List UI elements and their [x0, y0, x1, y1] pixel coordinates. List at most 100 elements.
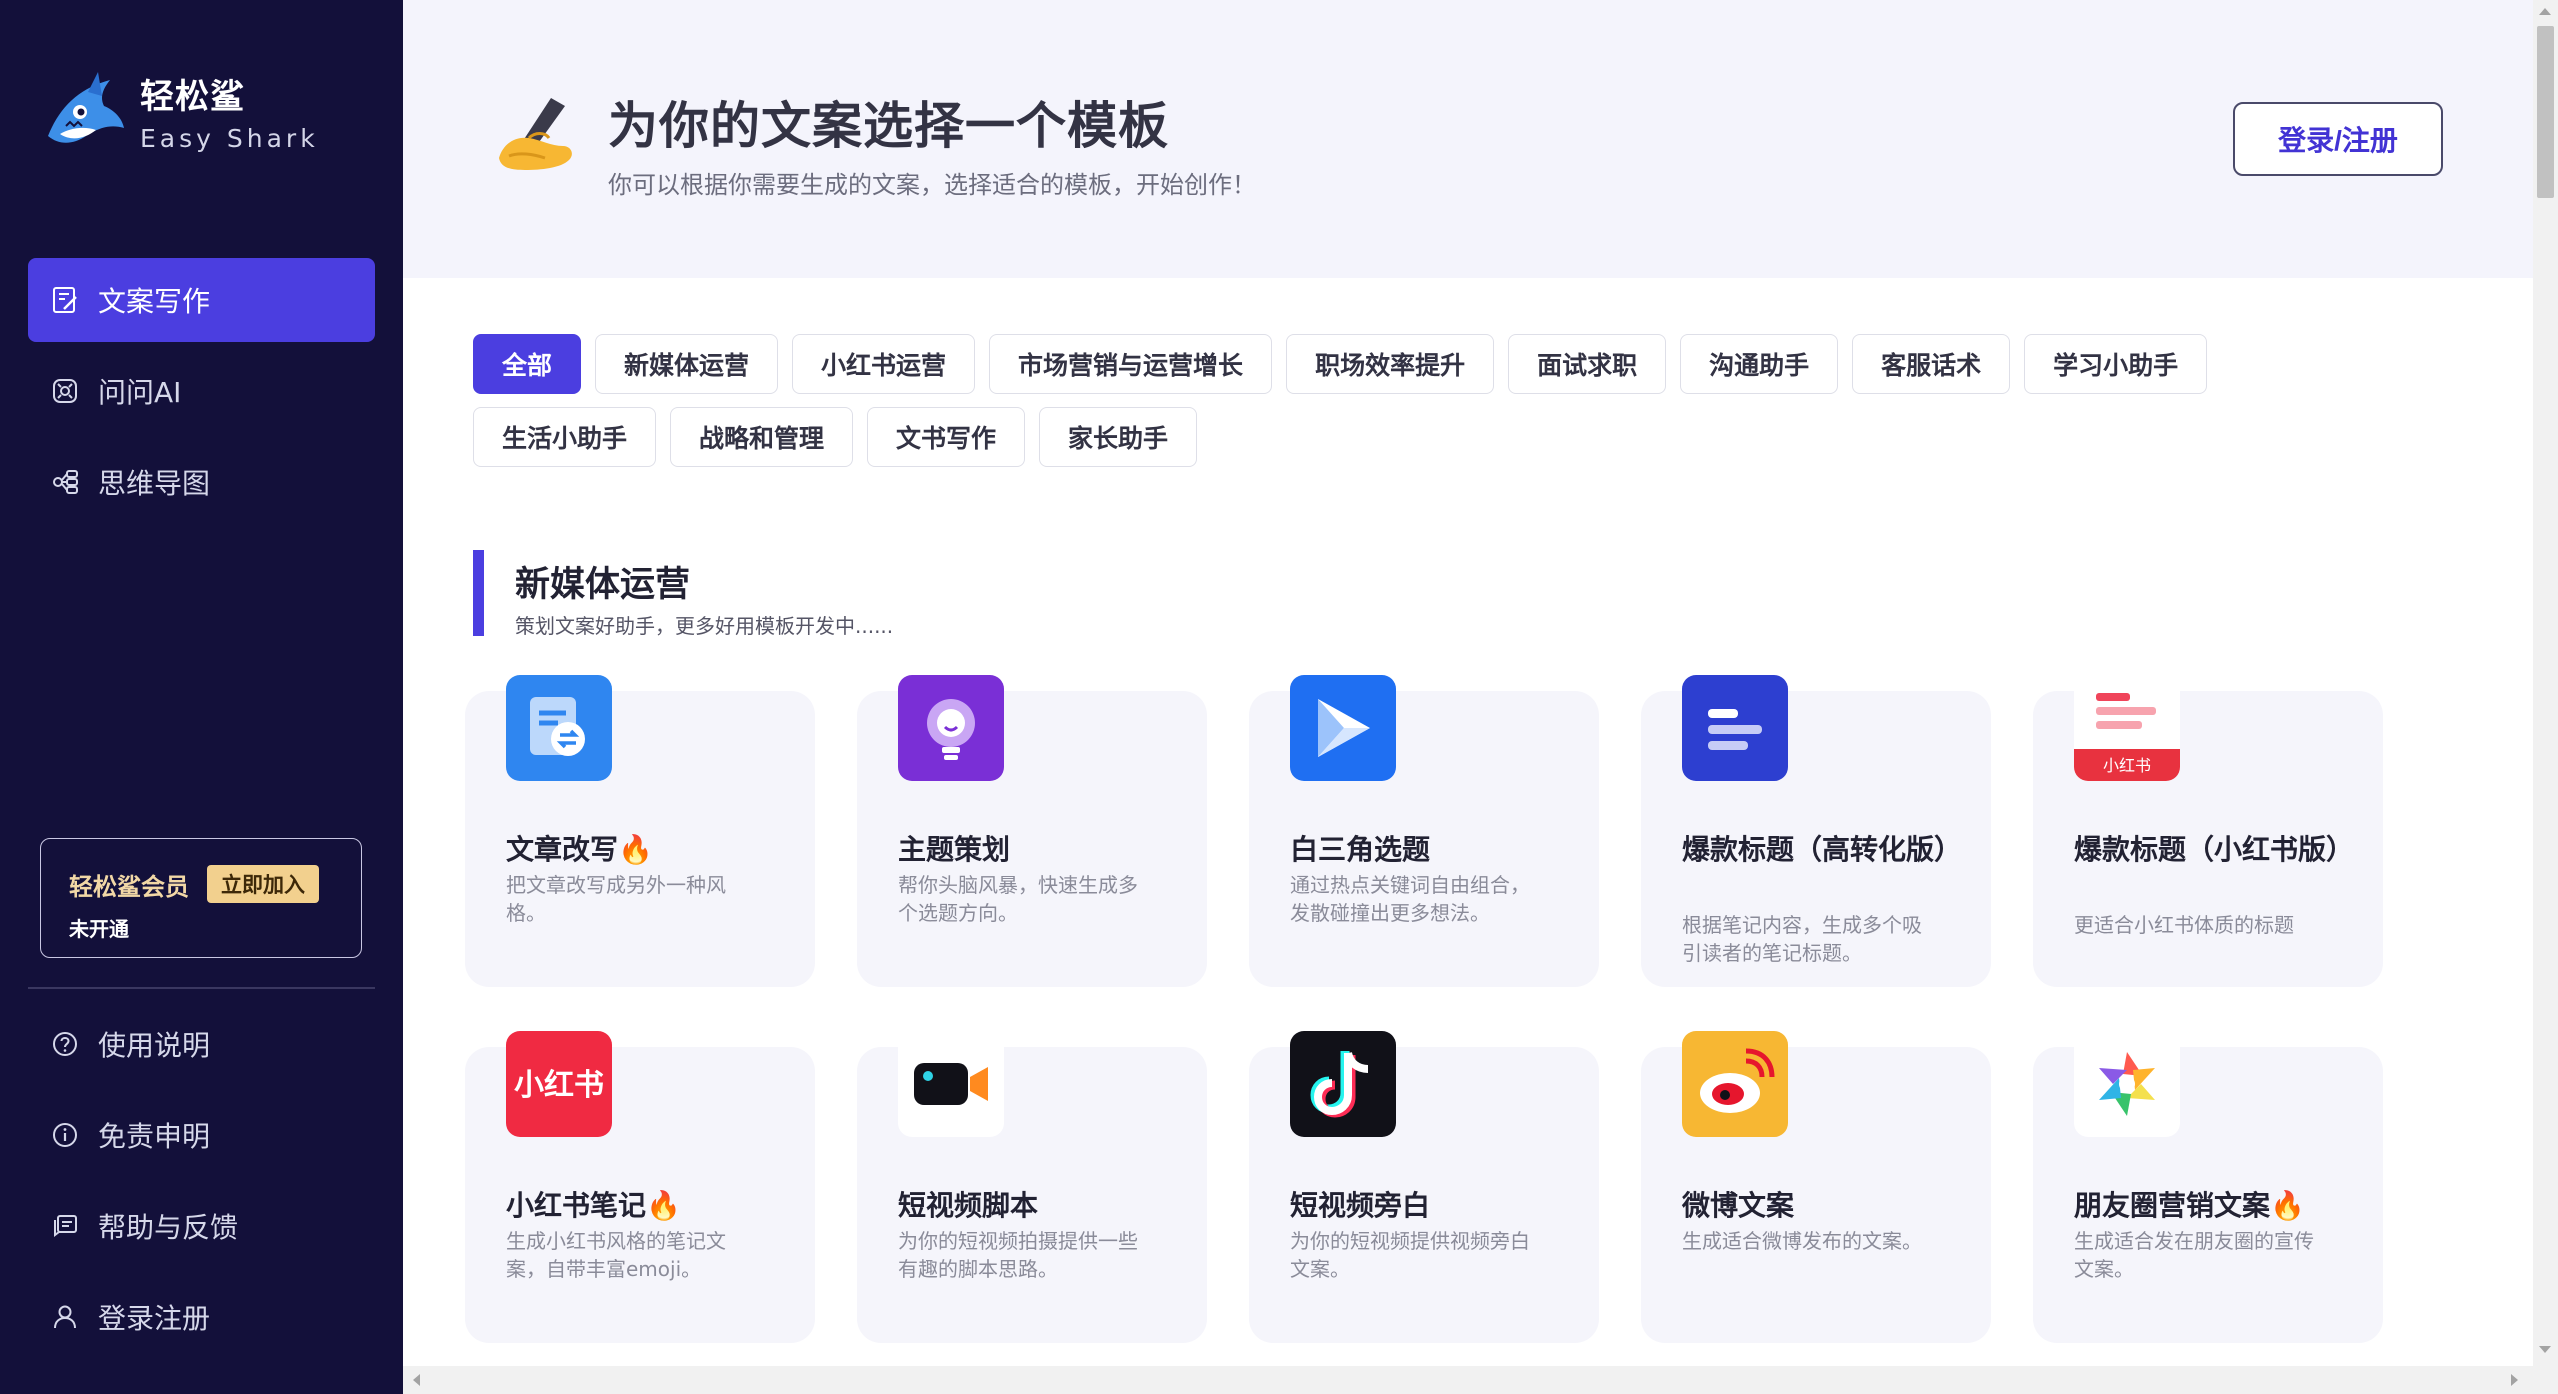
card-description: 生成适合发在朋友圈的宣传文案。 — [2074, 1229, 2314, 1281]
xiaohongshu-logo-text: 小红书 — [514, 1068, 604, 1103]
nav-item-instructions[interactable]: 使用说明 — [28, 1002, 375, 1086]
nav-item-help-feedback[interactable]: 帮助与反馈 — [28, 1184, 375, 1268]
page-header: 为你的文案选择一个模板 你可以根据你需要生成的文案，选择适合的模板，开始创作！ … — [403, 0, 2533, 278]
card-title: 微博文案 — [1682, 1189, 1795, 1222]
brand-name-cn: 轻松鲨 — [140, 77, 245, 117]
nav-item-ask-ai[interactable]: 问问AI — [28, 349, 375, 433]
tiktok-icon — [1290, 1031, 1396, 1137]
sidebar: 轻松鲨 Easy Shark 文案写作 问问AI 思维导图 轻松鲨会员 立即加入 — [0, 0, 403, 1394]
scroll-up-arrow-icon[interactable] — [2539, 8, 2551, 15]
nav-item-label: 使用说明 — [98, 1029, 211, 1062]
card-title: 爆款标题（高转化版） — [1682, 833, 1963, 866]
nav-item-login-register[interactable]: 登录注册 — [28, 1275, 375, 1359]
nav-item-label: 问问AI — [98, 376, 182, 409]
filter-chip[interactable]: 面试求职 — [1508, 334, 1667, 394]
card-title: 短视频脚本 — [898, 1189, 1039, 1222]
nav-item-copywriting[interactable]: 文案写作 — [28, 258, 375, 342]
filter-chip[interactable]: 家长助手 — [1039, 407, 1198, 467]
nav-item-label: 思维导图 — [98, 467, 211, 500]
feedback-icon — [50, 1211, 80, 1241]
scroll-left-arrow-icon[interactable] — [413, 1374, 420, 1386]
card-title: 短视频旁白 — [1290, 1189, 1431, 1222]
moments-aperture-icon — [2074, 1031, 2180, 1137]
page-subtitle: 你可以根据你需要生成的文案，选择适合的模板，开始创作！ — [608, 171, 1256, 199]
filter-chip[interactable]: 新媒体运营 — [595, 334, 779, 394]
mindmap-icon — [50, 467, 80, 497]
xiaohongshu-badge-text: 小红书 — [2103, 756, 2151, 775]
card-title: 主题策划 — [898, 833, 1011, 866]
template-card-short-video-script[interactable]: 短视频脚本 为你的短视频拍摄提供一些有趣的脚本思路。 — [857, 1031, 1207, 1343]
video-camera-icon — [898, 1031, 1004, 1137]
template-card-viral-title-xiaohongshu[interactable]: 小红书 爆款标题（小红书版） 更适合小红书体质的标题 — [2033, 675, 2383, 987]
template-card-topic-planning[interactable]: 主题策划 帮你头脑风暴，快速生成多个选题方向。 — [857, 675, 1207, 987]
filter-chip[interactable]: 小红书运营 — [792, 334, 976, 394]
section-title: 新媒体运营 — [515, 565, 691, 605]
brand[interactable]: 轻松鲨 Easy Shark — [40, 66, 319, 156]
horizontal-scrollbar[interactable] — [403, 1366, 2533, 1394]
page-title: 为你的文案选择一个模板 — [608, 97, 1169, 155]
card-description: 帮你头脑风暴，快速生成多个选题方向。 — [898, 873, 1138, 925]
membership-title: 轻松鲨会员 — [69, 872, 189, 901]
scrollbar-corner — [2533, 1366, 2558, 1394]
template-card-short-video-narration[interactable]: 短视频旁白 为你的短视频提供视频旁白文案。 — [1249, 1031, 1599, 1343]
template-card-article-rewrite[interactable]: 文章改写🔥 把文章改写成另外一种风格。 — [465, 675, 815, 987]
xiaohongshu-logo-icon: 小红书 — [506, 1031, 612, 1137]
filter-chip[interactable]: 生活小助手 — [473, 407, 657, 467]
section-accent-bar — [473, 550, 484, 636]
template-card-xiaohongshu-note[interactable]: 小红书 小红书笔记🔥 生成小红书风格的笔记文案，自带丰富emoji。 — [465, 1031, 815, 1343]
nav-item-label: 帮助与反馈 — [98, 1211, 239, 1244]
section-subtitle: 策划文案好助手，更多好用模板开发中...... — [515, 614, 894, 638]
membership-card: 轻松鲨会员 立即加入 未开通 — [40, 838, 362, 958]
card-description: 生成小红书风格的笔记文案，自带丰富emoji。 — [506, 1229, 726, 1281]
card-description: 为你的短视频拍摄提供一些有趣的脚本思路。 — [898, 1229, 1138, 1281]
card-description: 根据笔记内容，生成多个吸引读者的笔记标题。 — [1682, 913, 1922, 965]
bottom-nav: 使用说明 免责申明 帮助与反馈 登录注册 — [28, 1002, 375, 1366]
login-register-button[interactable]: 登录/注册 — [2233, 102, 2443, 176]
nav-item-mindmap[interactable]: 思维导图 — [28, 440, 375, 524]
card-title: 白三角选题 — [1290, 833, 1431, 866]
vertical-scrollbar-thumb[interactable] — [2537, 26, 2554, 198]
card-description: 通过热点关键词自由组合，发散碰撞出更多想法。 — [1290, 873, 1530, 925]
shark-logo-icon — [48, 72, 124, 143]
filter-chip[interactable]: 市场营销与运营增长 — [989, 334, 1273, 394]
scroll-down-arrow-icon[interactable] — [2539, 1346, 2551, 1353]
lightbulb-icon — [898, 675, 1004, 781]
filter-chip-all[interactable]: 全部 — [473, 334, 582, 394]
card-description: 更适合小红书体质的标题 — [2074, 913, 2294, 937]
brand-name-en: Easy Shark — [140, 124, 319, 153]
card-description: 生成适合微博发布的文案。 — [1682, 1229, 1922, 1253]
nav-item-label: 免责申明 — [98, 1120, 211, 1153]
membership-status: 未开通 — [69, 917, 129, 941]
join-now-button[interactable]: 立即加入 — [207, 865, 319, 903]
category-filters: 全部 新媒体运营 小红书运营 市场营销与运营增长 职场效率提升 面试求职 沟通助… — [473, 334, 2413, 480]
filter-chip[interactable]: 沟通助手 — [1680, 334, 1839, 394]
nav-item-disclaimer[interactable]: 免责申明 — [28, 1093, 375, 1177]
filter-chip[interactable]: 文书写作 — [867, 407, 1026, 467]
sidebar-divider — [28, 987, 375, 989]
filter-chip[interactable]: 客服话术 — [1852, 334, 2011, 394]
weibo-icon — [1682, 1031, 1788, 1137]
nav-item-label: 登录注册 — [98, 1302, 211, 1335]
template-card-moments-marketing[interactable]: 朋友圈营销文案🔥 生成适合发在朋友圈的宣传文案。 — [2033, 1031, 2383, 1343]
scroll-right-arrow-icon[interactable] — [2511, 1374, 2518, 1386]
card-description: 把文章改写成另外一种风格。 — [506, 873, 726, 925]
template-card-weibo[interactable]: 微博文案 生成适合微博发布的文案。 — [1641, 1031, 1991, 1343]
user-icon — [50, 1302, 80, 1332]
nav-item-label: 文案写作 — [98, 285, 211, 318]
card-description: 为你的短视频提供视频旁白文案。 — [1290, 1229, 1530, 1281]
main-content: 为你的文案选择一个模板 你可以根据你需要生成的文案，选择适合的模板，开始创作！ … — [403, 0, 2533, 1366]
article-rewrite-icon — [506, 675, 612, 781]
template-card-viral-title-conversion[interactable]: 爆款标题（高转化版） 根据笔记内容，生成多个吸引读者的笔记标题。 — [1641, 675, 1991, 987]
title-lines-icon — [1682, 675, 1788, 781]
card-title: 文章改写🔥 — [506, 833, 653, 866]
filter-chip[interactable]: 职场效率提升 — [1286, 334, 1495, 394]
triangle-play-icon — [1290, 675, 1396, 781]
vertical-scrollbar[interactable] — [2533, 0, 2558, 1366]
template-card-white-triangle[interactable]: 白三角选题 通过热点关键词自由组合，发散碰撞出更多想法。 — [1249, 675, 1599, 987]
question-circle-icon — [50, 1029, 80, 1059]
main-nav: 文案写作 问问AI 思维导图 — [28, 258, 375, 531]
filter-chip[interactable]: 学习小助手 — [2024, 334, 2208, 394]
filter-chip[interactable]: 战略和管理 — [670, 407, 854, 467]
ai-chat-icon — [50, 376, 80, 406]
info-circle-icon — [50, 1120, 80, 1150]
